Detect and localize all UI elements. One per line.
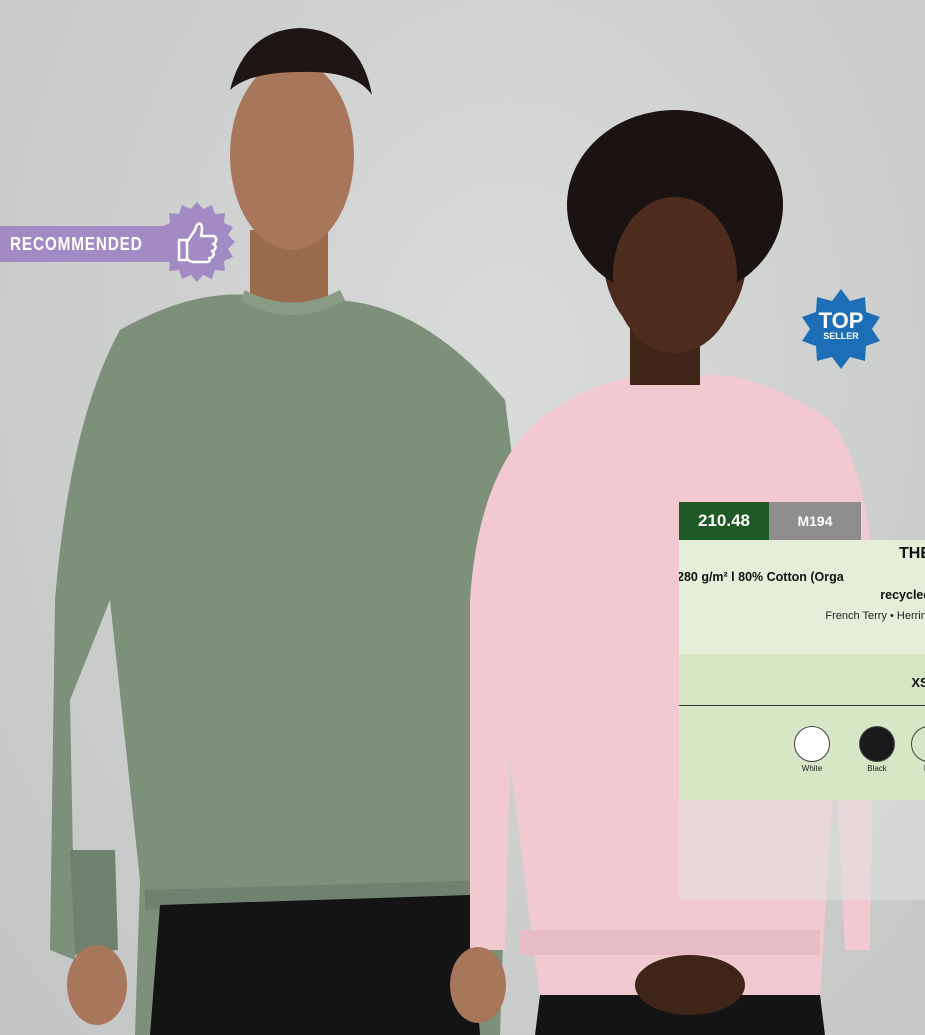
features-line: French Terry • Herring — [825, 610, 925, 622]
product-title: THE — [899, 545, 925, 562]
color-dot — [911, 726, 925, 762]
color-dot — [794, 726, 830, 762]
product-spec-box: THE 280 g/m² l 80% Cotton (Orga recycled… — [679, 540, 925, 654]
seller-label: SELLER — [823, 331, 859, 341]
recommended-label: RECOMMENDED — [10, 233, 143, 254]
swatch-black[interactable]: Black — [859, 726, 895, 773]
thumbs-up-icon — [159, 202, 235, 282]
product-code: 210.48 — [679, 502, 769, 540]
sizes-row: XS- — [679, 654, 925, 706]
swatch-white[interactable]: White — [794, 726, 830, 773]
swatch-label: He — [911, 764, 925, 773]
top-label: TOP — [818, 308, 864, 333]
size-range: XS- — [911, 675, 925, 690]
recommended-badge: RECOMMENDED — [0, 226, 170, 262]
color-dot — [859, 726, 895, 762]
swatch-label: White — [801, 764, 823, 773]
swatch-label-2: I — [911, 775, 925, 784]
swatch-heather[interactable]: He I — [911, 726, 925, 784]
swatch-label: Black — [867, 764, 887, 773]
fabric-line-2: recycled — [880, 588, 925, 602]
color-swatches: White Black He I — [679, 706, 925, 800]
fabric-line: 280 g/m² l 80% Cotton (Orga — [679, 570, 844, 584]
product-reference: M194 — [769, 502, 861, 540]
